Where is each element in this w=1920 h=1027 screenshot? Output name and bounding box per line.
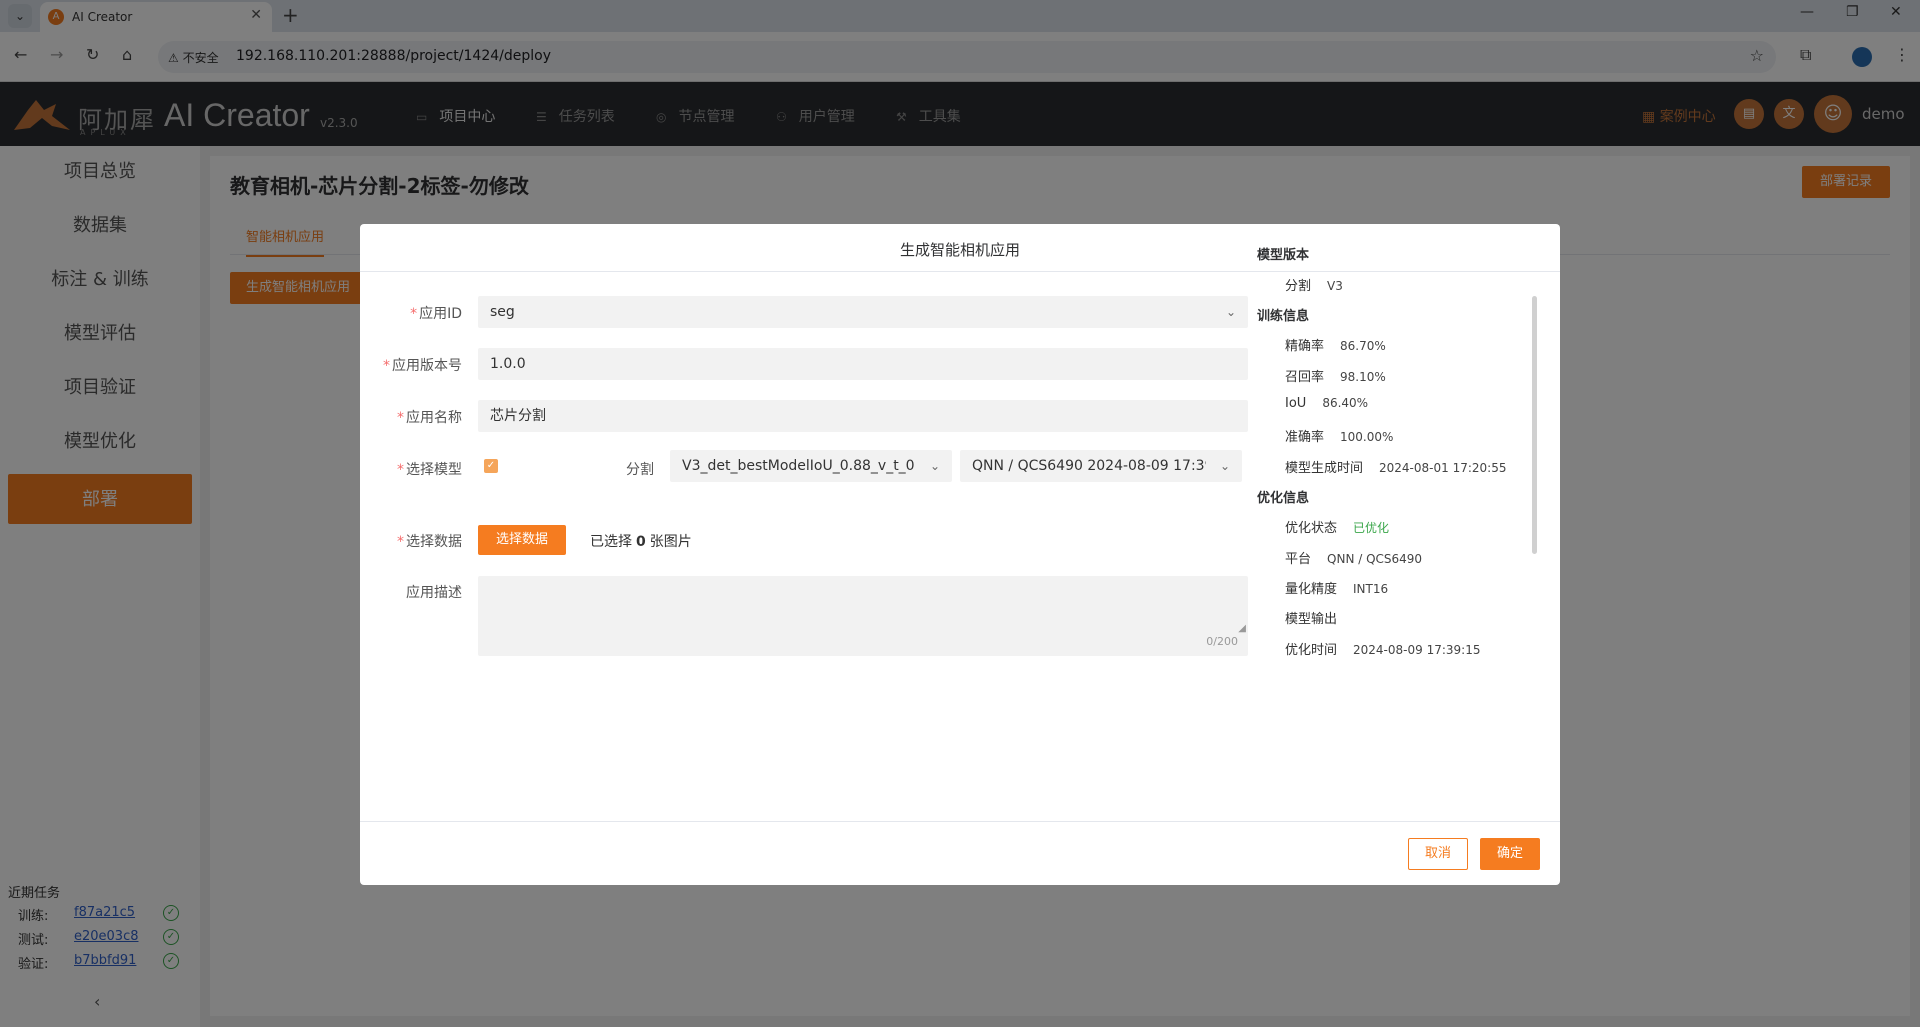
- app-desc-label: 应用描述: [406, 585, 462, 601]
- model-version-select[interactable]: V3_det_bestModelIoU_0.88_v_t_0.8 ⌄: [670, 450, 952, 482]
- train-accuracy-row: 准确率 100.00%: [1285, 430, 1394, 445]
- train-info-head: 训练信息: [1257, 309, 1310, 324]
- chevron-down-icon: ⌄: [1225, 305, 1236, 319]
- app-id-label: * 应用ID: [410, 306, 462, 322]
- dialog-title: 生成智能相机应用: [899, 241, 1020, 259]
- train-iou-row: IoU 86.40%: [1285, 396, 1369, 411]
- choose-data-button[interactable]: 选择数据: [478, 525, 566, 555]
- opt-info-head: 优化信息: [1257, 491, 1310, 506]
- train-precision-row: 精确率 86.70%: [1285, 339, 1386, 354]
- dialog-header-divider: [360, 271, 1560, 272]
- app-version-input[interactable]: 1.0.0: [478, 348, 1248, 380]
- cancel-button[interactable]: 取消: [1408, 838, 1468, 870]
- opt-platform-row: 平台 QNN / QCS6490: [1285, 552, 1423, 567]
- app-name-input[interactable]: 芯片分割: [478, 400, 1248, 432]
- app-id-select[interactable]: seg ⌄: [478, 296, 1248, 328]
- model-checkbox[interactable]: ✓: [484, 459, 498, 473]
- select-data-label: * 选择数据: [397, 534, 462, 550]
- app-name-label: * 应用名称: [397, 410, 462, 426]
- platform-select[interactable]: QNN / QCS6490 2024-08-09 17:39 ⌄: [960, 450, 1242, 482]
- resize-handle-icon[interactable]: ◢: [1238, 623, 1246, 634]
- opt-output-row: 模型输出: [1285, 612, 1338, 627]
- app-desc-textarea[interactable]: ◢ 0/200: [478, 576, 1248, 656]
- confirm-button[interactable]: 确定: [1480, 838, 1540, 870]
- dialog-footer-divider: [360, 821, 1560, 822]
- chevron-down-icon: ⌄: [929, 459, 940, 473]
- char-counter: 0/200: [1206, 635, 1238, 648]
- train-time-row: 模型生成时间 2024-08-01 17:20:55: [1285, 461, 1507, 476]
- select-model-label: * 选择模型: [397, 462, 462, 478]
- generate-app-dialog: 生成智能相机应用 * 应用ID seg ⌄ * 应用版本号 1.0.0 * 应用名称 …: [360, 224, 1560, 885]
- selected-count-text: 已选择 0 张图片: [590, 534, 692, 550]
- segment-label: 分割: [626, 462, 654, 478]
- opt-status-row: 优化状态 已优化: [1285, 521, 1390, 536]
- chevron-down-icon: ⌄: [1219, 459, 1230, 473]
- model-version-head: 模型版本: [1257, 248, 1310, 263]
- app-version-label: * 应用版本号: [383, 358, 462, 374]
- info-scrollbar[interactable]: [1532, 296, 1537, 554]
- model-version-row: 分割 V3: [1285, 279, 1343, 294]
- opt-time-row: 优化时间 2024-08-09 17:39:15: [1285, 643, 1481, 658]
- train-recall-row: 召回率 98.10%: [1285, 370, 1386, 385]
- opt-quant-row: 量化精度 INT16: [1285, 582, 1389, 597]
